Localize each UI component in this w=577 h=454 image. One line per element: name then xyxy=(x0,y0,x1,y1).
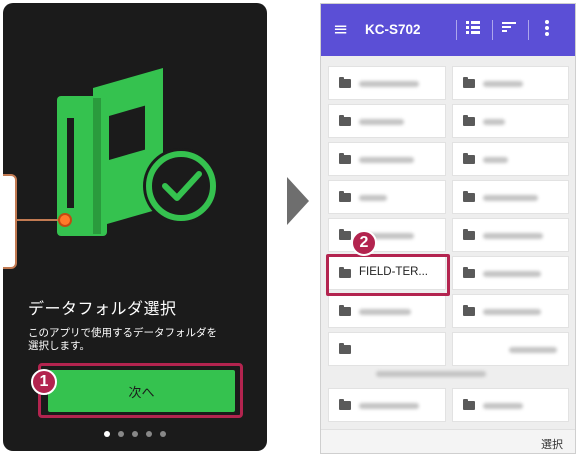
next-button[interactable]: 次へ xyxy=(48,370,235,412)
selection-highlight xyxy=(326,254,450,296)
callout-marker xyxy=(58,213,72,227)
blurred-label xyxy=(483,157,508,163)
blurred-label xyxy=(376,371,486,377)
folder-icon xyxy=(339,399,351,410)
onboarding-screen: データフォルダ選択 このアプリで使用するデータフォルダを 選択します。 次へ 1 xyxy=(3,3,267,451)
folder-icon xyxy=(463,77,475,88)
blurred-label xyxy=(483,233,543,239)
blurred-label xyxy=(359,195,387,201)
toolbar-title: KC-S702 xyxy=(365,22,421,37)
blurred-label xyxy=(483,271,541,277)
arrow-right-icon xyxy=(287,177,309,225)
folder-icon xyxy=(463,153,475,164)
folder-icon xyxy=(463,115,475,126)
page-indicator xyxy=(3,431,267,437)
folder-picker-screen: ≡ KC-S702 FIELD-TER... 2 選択 xyxy=(320,3,576,454)
blurred-label xyxy=(483,403,523,409)
menu-icon[interactable]: ≡ xyxy=(333,19,348,40)
blurred-label xyxy=(509,347,557,353)
folder-item[interactable] xyxy=(328,332,446,366)
folder-item[interactable] xyxy=(452,104,569,138)
folder-item[interactable] xyxy=(452,294,569,328)
blurred-label xyxy=(359,403,419,409)
folder-icon xyxy=(463,399,475,410)
blurred-label xyxy=(359,309,411,315)
description-line: 選択します。 xyxy=(28,340,90,352)
page-dot[interactable] xyxy=(118,431,124,437)
folder-icon xyxy=(339,77,351,88)
blurred-label xyxy=(483,309,541,315)
folder-item[interactable] xyxy=(328,180,446,214)
toolbar-divider xyxy=(528,20,529,40)
toolbar-divider xyxy=(456,20,457,40)
folder-icon xyxy=(339,115,351,126)
onboarding-description: このアプリで使用するデータフォルダを 選択します。 xyxy=(28,327,258,353)
bottom-bar: 選択 xyxy=(321,429,575,453)
page-dot[interactable] xyxy=(160,431,166,437)
toolbar-divider xyxy=(492,20,493,40)
folder-item[interactable] xyxy=(452,388,569,422)
blurred-label xyxy=(483,81,523,87)
blurred-label xyxy=(483,119,505,125)
folder-item[interactable] xyxy=(328,388,446,422)
page-dot[interactable] xyxy=(104,431,110,437)
folder-icon xyxy=(463,191,475,202)
select-button[interactable]: 選択 xyxy=(541,436,563,452)
blurred-label xyxy=(359,157,414,163)
sort-icon[interactable] xyxy=(502,20,516,34)
folder-item[interactable] xyxy=(452,332,569,366)
folder-item[interactable] xyxy=(452,66,569,100)
folder-icon xyxy=(463,305,475,316)
callout-box xyxy=(3,174,17,269)
blurred-label xyxy=(359,81,419,87)
folder-icon xyxy=(463,229,475,240)
description-line: このアプリで使用するデータフォルダを xyxy=(28,327,217,339)
folder-item[interactable] xyxy=(328,66,446,100)
folder-icon xyxy=(339,191,351,202)
onboarding-title: データフォルダ選択 xyxy=(28,299,177,318)
folder-icon xyxy=(339,343,351,354)
page-dot[interactable] xyxy=(132,431,138,437)
folder-icon xyxy=(339,305,351,316)
folder-books-checkmark-icon xyxy=(57,68,219,236)
step-badge: 2 xyxy=(351,230,377,256)
step-badge: 1 xyxy=(31,369,57,395)
folder-icon xyxy=(339,229,351,240)
folder-item[interactable] xyxy=(452,218,569,252)
folder-icon xyxy=(463,267,475,278)
folder-item[interactable] xyxy=(328,218,446,252)
list-view-icon[interactable] xyxy=(466,20,480,34)
folder-item[interactable] xyxy=(452,180,569,214)
page-dot[interactable] xyxy=(146,431,152,437)
app-toolbar: ≡ KC-S702 xyxy=(321,4,575,56)
blurred-label xyxy=(359,119,404,125)
more-vert-icon[interactable] xyxy=(544,20,550,36)
blurred-label xyxy=(483,195,538,201)
folder-item[interactable] xyxy=(328,294,446,328)
folder-item[interactable] xyxy=(328,142,446,176)
folder-icon xyxy=(339,153,351,164)
folder-item[interactable] xyxy=(452,256,569,290)
folder-item[interactable] xyxy=(328,104,446,138)
folder-item[interactable] xyxy=(452,142,569,176)
